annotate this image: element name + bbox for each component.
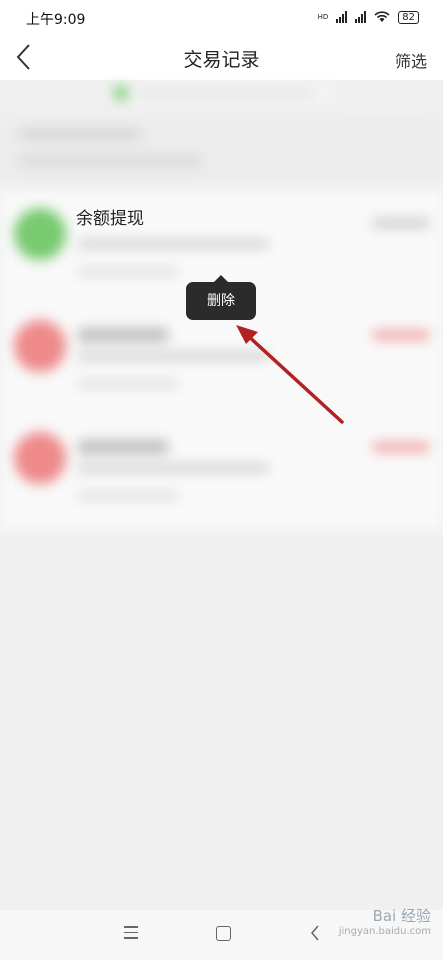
watermark-url: jingyan.baidu.com bbox=[338, 926, 431, 937]
notice-icon bbox=[114, 86, 128, 100]
transaction-amount bbox=[373, 330, 429, 340]
battery-indicator: 82 bbox=[398, 10, 419, 24]
transaction-amount bbox=[373, 218, 429, 228]
transaction-avatar bbox=[14, 320, 66, 372]
delete-button[interactable]: 删除 bbox=[186, 275, 256, 320]
transaction-amount bbox=[373, 442, 429, 452]
watermark-title: Bai 经验 bbox=[372, 907, 431, 925]
status-icons: HD 82 bbox=[318, 9, 419, 25]
back-icon[interactable] bbox=[310, 924, 320, 942]
transaction-title: 余额提现 bbox=[76, 209, 144, 229]
transaction-avatar bbox=[14, 432, 66, 484]
app-header: 交易记录 筛选 bbox=[0, 34, 443, 80]
transaction-content bbox=[0, 80, 443, 910]
transaction-list bbox=[0, 188, 443, 530]
status-time: 上午9:09 bbox=[26, 12, 86, 28]
notice-banner bbox=[110, 84, 330, 102]
transaction-row[interactable] bbox=[0, 412, 443, 524]
wifi-icon bbox=[374, 11, 390, 22]
menu-icon[interactable] bbox=[124, 926, 138, 943]
page-title: 交易记录 bbox=[183, 49, 260, 71]
filter-button[interactable]: 筛选 bbox=[395, 48, 427, 72]
home-icon[interactable] bbox=[216, 926, 231, 941]
transaction-avatar bbox=[14, 208, 66, 260]
status-bar: 上午9:09 HD 82 bbox=[0, 0, 443, 34]
network-type-label: HD bbox=[317, 13, 329, 21]
signal-icon bbox=[336, 11, 348, 23]
watermark: Bai 经验 jingyan.baidu.com bbox=[339, 905, 431, 937]
signal-icon-2 bbox=[355, 11, 367, 23]
month-summary bbox=[0, 116, 443, 188]
